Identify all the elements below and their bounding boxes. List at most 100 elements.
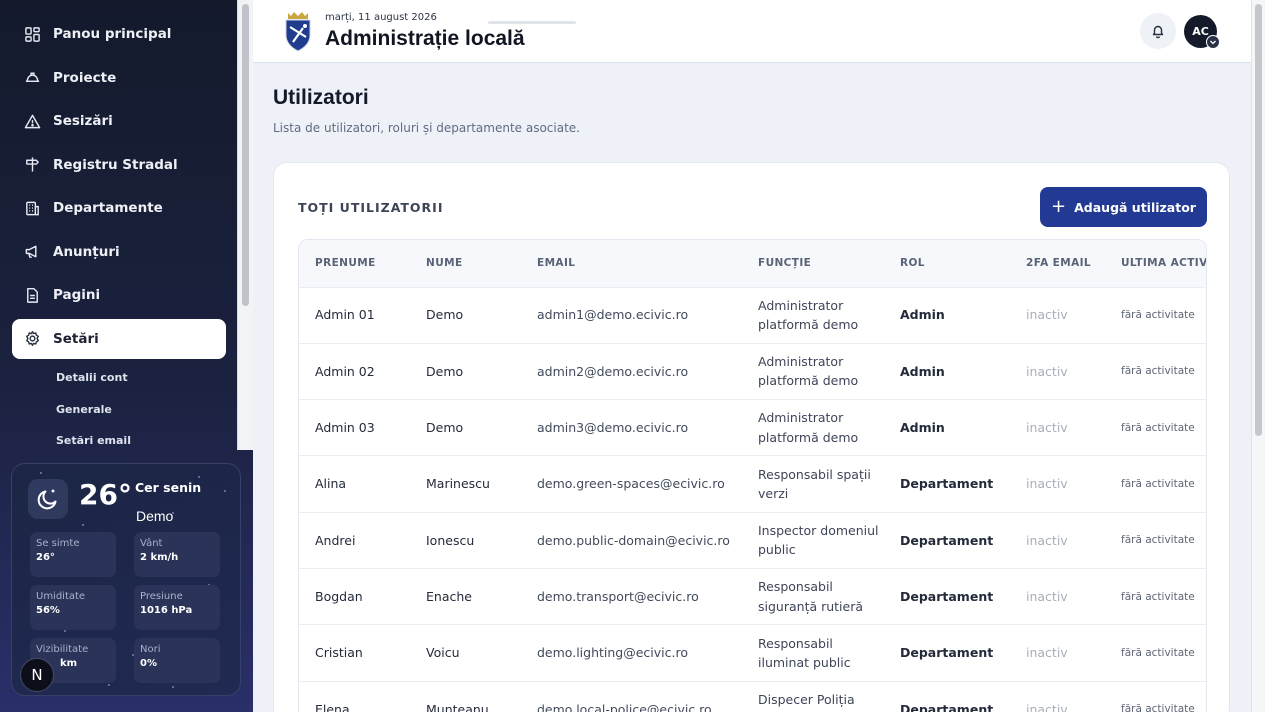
users-card: TOȚI UTILIZATORII + Adaugă utilizator PR… (273, 162, 1230, 712)
cell-rol: Admin (884, 399, 1010, 456)
table-header-row: PRENUME NUME EMAIL FUNCȚIE ROL 2FA EMAIL… (299, 240, 1206, 287)
cell-email: demo.public-domain@ecivic.ro (521, 511, 742, 569)
column-header-nume[interactable]: NUME (410, 240, 521, 287)
page-title: Utilizatori (273, 86, 369, 109)
cell-last-activity: fără activitate (1105, 342, 1206, 400)
cell-last-activity: fără activitate (1105, 680, 1206, 712)
document-icon (27, 287, 38, 303)
hardhat-icon (25, 72, 40, 82)
sidebar-item-anunturi[interactable]: Anunțuri (12, 232, 226, 272)
table-row[interactable]: Cristian Voicu demo.lighting@ecivic.ro R… (299, 624, 1206, 682)
top-header: marți, 11 august 2026 Administrație loca… (253, 0, 1251, 63)
cell-rol: Departament (884, 680, 1010, 712)
coat-of-arms-logo (285, 12, 311, 52)
cell-functie: Administrator platformă demo (742, 399, 884, 456)
cell-functie: Administrator platformă demo (742, 286, 884, 344)
cell-2fa: inactiv (1010, 511, 1105, 569)
cell-last-activity: fără activitate (1105, 286, 1206, 344)
sidebar-nav: Panou principal Proiecte Sesizări Regist… (12, 14, 226, 457)
cell-functie: Administrator platformă demo (742, 342, 884, 400)
cell-email: demo.transport@ecivic.ro (521, 567, 742, 625)
add-user-button-label: Adaugă utilizator (1074, 199, 1196, 215)
weather-stat-pressure: Presiune 1016 hPa (134, 585, 220, 630)
app-badge[interactable]: N (20, 658, 54, 692)
cell-prenume: Admin 02 (299, 342, 410, 400)
weather-stat-clouds: Nori 0% (134, 638, 220, 683)
table-row[interactable]: Alina Marinescu demo.green-spaces@ecivic… (299, 455, 1206, 513)
sidebar-item-label: Setări (53, 330, 99, 347)
cell-2fa: inactiv (1010, 455, 1105, 513)
table-row[interactable]: Bogdan Enache demo.transport@ecivic.ro R… (299, 567, 1206, 625)
cell-2fa: inactiv (1010, 567, 1105, 625)
users-table-container: PRENUME NUME EMAIL FUNCȚIE ROL 2FA EMAIL… (298, 239, 1207, 712)
sidebar-scrollbar[interactable] (237, 0, 253, 450)
weather-stat-humidity: Umiditate 56% (30, 585, 116, 630)
dashboard-icon (25, 26, 40, 42)
cell-last-activity: fără activitate (1105, 624, 1206, 682)
column-header-functie[interactable]: FUNCȚIE (742, 240, 884, 287)
page-scrollbar-thumb[interactable] (1255, 4, 1262, 436)
cell-rol: Admin (884, 342, 1010, 400)
sidebar-item-pagini[interactable]: Pagini (12, 275, 226, 315)
sidebar-item-label: Proiecte (53, 69, 117, 86)
cell-nume: Demo (410, 399, 521, 456)
header-divider (488, 21, 576, 24)
column-header-ultima-activitate[interactable]: ULTIMA ACTIVITATE (1105, 240, 1206, 287)
weather-stats: Se simte 26° Vânt 2 km/h Umiditate 56% Pres… (30, 532, 226, 683)
cell-email: demo.lighting@ecivic.ro (521, 624, 742, 682)
sidebar-item-sesizari[interactable]: Sesizări (12, 101, 226, 141)
table-row[interactable]: Admin 02 Demo admin2@demo.ecivic.ro Admi… (299, 342, 1206, 400)
sidebar-item-proiecte[interactable]: Proiecte (12, 58, 226, 98)
column-header-email[interactable]: EMAIL (521, 240, 742, 287)
page-subtitle: Lista de utilizatori, roluri și departam… (273, 121, 580, 135)
column-header-prenume[interactable]: PRENUME (299, 240, 410, 287)
cell-2fa: inactiv (1010, 286, 1105, 344)
sidebar-item-departamente[interactable]: Departamente (12, 188, 226, 228)
subnav-item-setari-email[interactable]: Setări email (56, 425, 226, 457)
table-row[interactable]: Andrei Ionescu demo.public-domain@ecivic… (299, 511, 1206, 569)
cell-prenume: Elena (299, 680, 410, 712)
cell-functie: Responsabil spații verzi (742, 455, 884, 513)
subnav-item-detalii-cont[interactable]: Detalii cont (56, 362, 226, 394)
table-row[interactable]: Elena Munteanu demo.local-police@ecivic.… (299, 680, 1206, 712)
cell-nume: Voicu (410, 624, 521, 682)
sidebar-item-label: Panou principal (53, 26, 172, 42)
sidebar-item-setari[interactable]: Setări (12, 318, 226, 359)
cell-prenume: Admin 01 (299, 286, 410, 344)
plus-icon: + (1051, 195, 1067, 217)
sidebar-item-registru-stradal[interactable]: Registru Stradal (12, 145, 226, 185)
cell-2fa: inactiv (1010, 342, 1105, 400)
sidebar-item-label: Departamente (53, 200, 163, 216)
cell-nume: Munteanu (410, 680, 521, 712)
cell-nume: Marinescu (410, 455, 521, 513)
sidebar-item-panou-principal[interactable]: Panou principal (12, 14, 226, 54)
cell-nume: Enache (410, 567, 521, 625)
subnav-item-generale[interactable]: Generale (56, 394, 226, 426)
cell-email: admin1@demo.ecivic.ro (521, 286, 742, 344)
notifications-button[interactable] (1140, 13, 1176, 49)
moon-icon (28, 479, 68, 519)
sidebar-scrollbar-thumb[interactable] (242, 4, 249, 306)
cell-functie: Dispecer Poliția Locală (742, 680, 884, 712)
signpost-icon (26, 157, 39, 172)
cell-functie: Inspector domeniul public (742, 511, 884, 569)
add-user-button[interactable]: + Adaugă utilizator (1040, 187, 1207, 227)
chevron-down-icon[interactable] (1206, 35, 1220, 49)
column-header-2fa-email[interactable]: 2FA EMAIL (1010, 240, 1105, 287)
cell-2fa: inactiv (1010, 399, 1105, 456)
page-scrollbar[interactable] (1251, 0, 1265, 712)
cell-email: demo.green-spaces@ecivic.ro (521, 455, 742, 513)
weather-temperature: 26° (79, 478, 132, 511)
cell-rol: Departament (884, 567, 1010, 625)
column-header-rol[interactable]: ROL (884, 240, 1010, 287)
weather-stat-wind: Vânt 2 km/h (134, 532, 220, 577)
cell-last-activity: fără activitate (1105, 511, 1206, 569)
cell-rol: Admin (884, 286, 1010, 344)
building-icon (26, 201, 39, 215)
table-row[interactable]: Admin 01 Demo admin1@demo.ecivic.ro Admi… (299, 286, 1206, 344)
cell-prenume: Andrei (299, 511, 410, 569)
table-row[interactable]: Admin 03 Demo admin3@demo.ecivic.ro Admi… (299, 399, 1206, 456)
cell-prenume: Cristian (299, 624, 410, 682)
megaphone-icon (25, 245, 37, 258)
cell-nume: Ionescu (410, 511, 521, 569)
